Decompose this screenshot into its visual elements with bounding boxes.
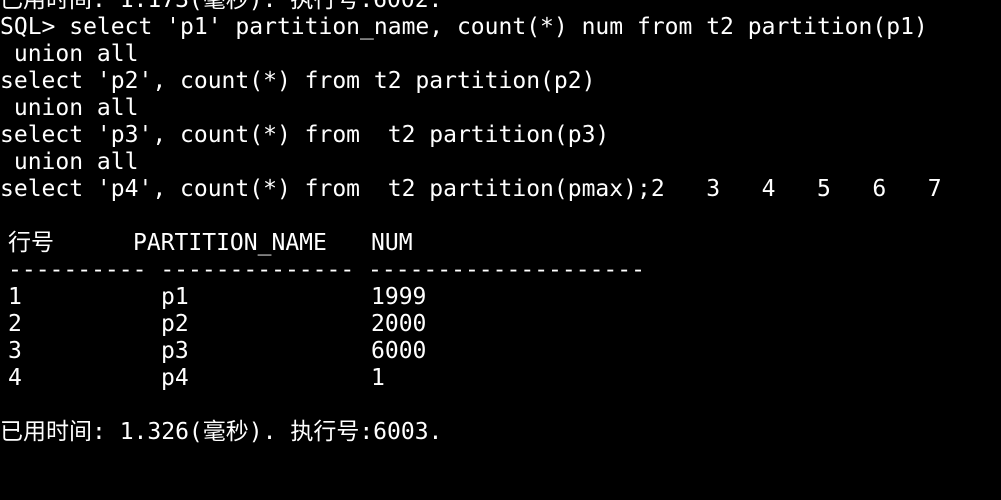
table-row: 2 p2 2000 bbox=[0, 311, 1001, 338]
sql-line: union all bbox=[0, 95, 139, 121]
cell-partition-name: p3 bbox=[161, 338, 189, 364]
separator-text: ---------- -------------- --------------… bbox=[8, 257, 645, 283]
sql-line: union all bbox=[0, 149, 139, 175]
table-row: 4 p4 1 bbox=[0, 365, 1001, 392]
cell-partition-name: p1 bbox=[161, 284, 189, 310]
cell-partition-name: p2 bbox=[161, 311, 189, 337]
result-separator: ---------- -------------- --------------… bbox=[0, 257, 1001, 284]
cell-num: 2000 bbox=[371, 311, 427, 337]
cell-row-number: 3 bbox=[8, 338, 22, 364]
sql-line: union all bbox=[0, 41, 139, 67]
header-partition-name: PARTITION_NAME bbox=[133, 230, 327, 256]
terminal-window[interactable]: 已用时间: 1.173(毫秒). 执行号:6002. SQL> select '… bbox=[0, 0, 1001, 445]
sql-query: SQL> select 'p1' partition_name, count(*… bbox=[0, 14, 1001, 203]
sql-line: select 'p3', count(*) from t2 partition(… bbox=[0, 122, 610, 148]
sql-line: select 'p2', count(*) from t2 partition(… bbox=[0, 68, 596, 94]
result-header-row: 行号 PARTITION_NAME NUM bbox=[0, 230, 1001, 257]
header-num: NUM bbox=[371, 230, 413, 256]
header-row-number: 行号 bbox=[8, 230, 54, 256]
cell-row-number: 4 bbox=[8, 365, 22, 391]
cell-row-number: 2 bbox=[8, 311, 22, 337]
cell-num: 1 bbox=[371, 365, 385, 391]
cell-num: 1999 bbox=[371, 284, 427, 310]
table-row: 3 p3 6000 bbox=[0, 338, 1001, 365]
cell-num: 6000 bbox=[371, 338, 427, 364]
result-table: 行号 PARTITION_NAME NUM ---------- -------… bbox=[0, 230, 1001, 392]
sql-line: SQL> select 'p1' partition_name, count(*… bbox=[0, 14, 928, 40]
table-row: 1 p1 1999 bbox=[0, 284, 1001, 311]
cell-row-number: 1 bbox=[8, 284, 22, 310]
sql-line: select 'p4', count(*) from t2 partition(… bbox=[0, 176, 942, 202]
cell-partition-name: p4 bbox=[161, 365, 189, 391]
clipped-output-line: 已用时间: 1.173(毫秒). 执行号:6002. bbox=[0, 0, 443, 13]
elapsed-time-line: 已用时间: 1.326(毫秒). 执行号:6003. bbox=[0, 419, 443, 445]
